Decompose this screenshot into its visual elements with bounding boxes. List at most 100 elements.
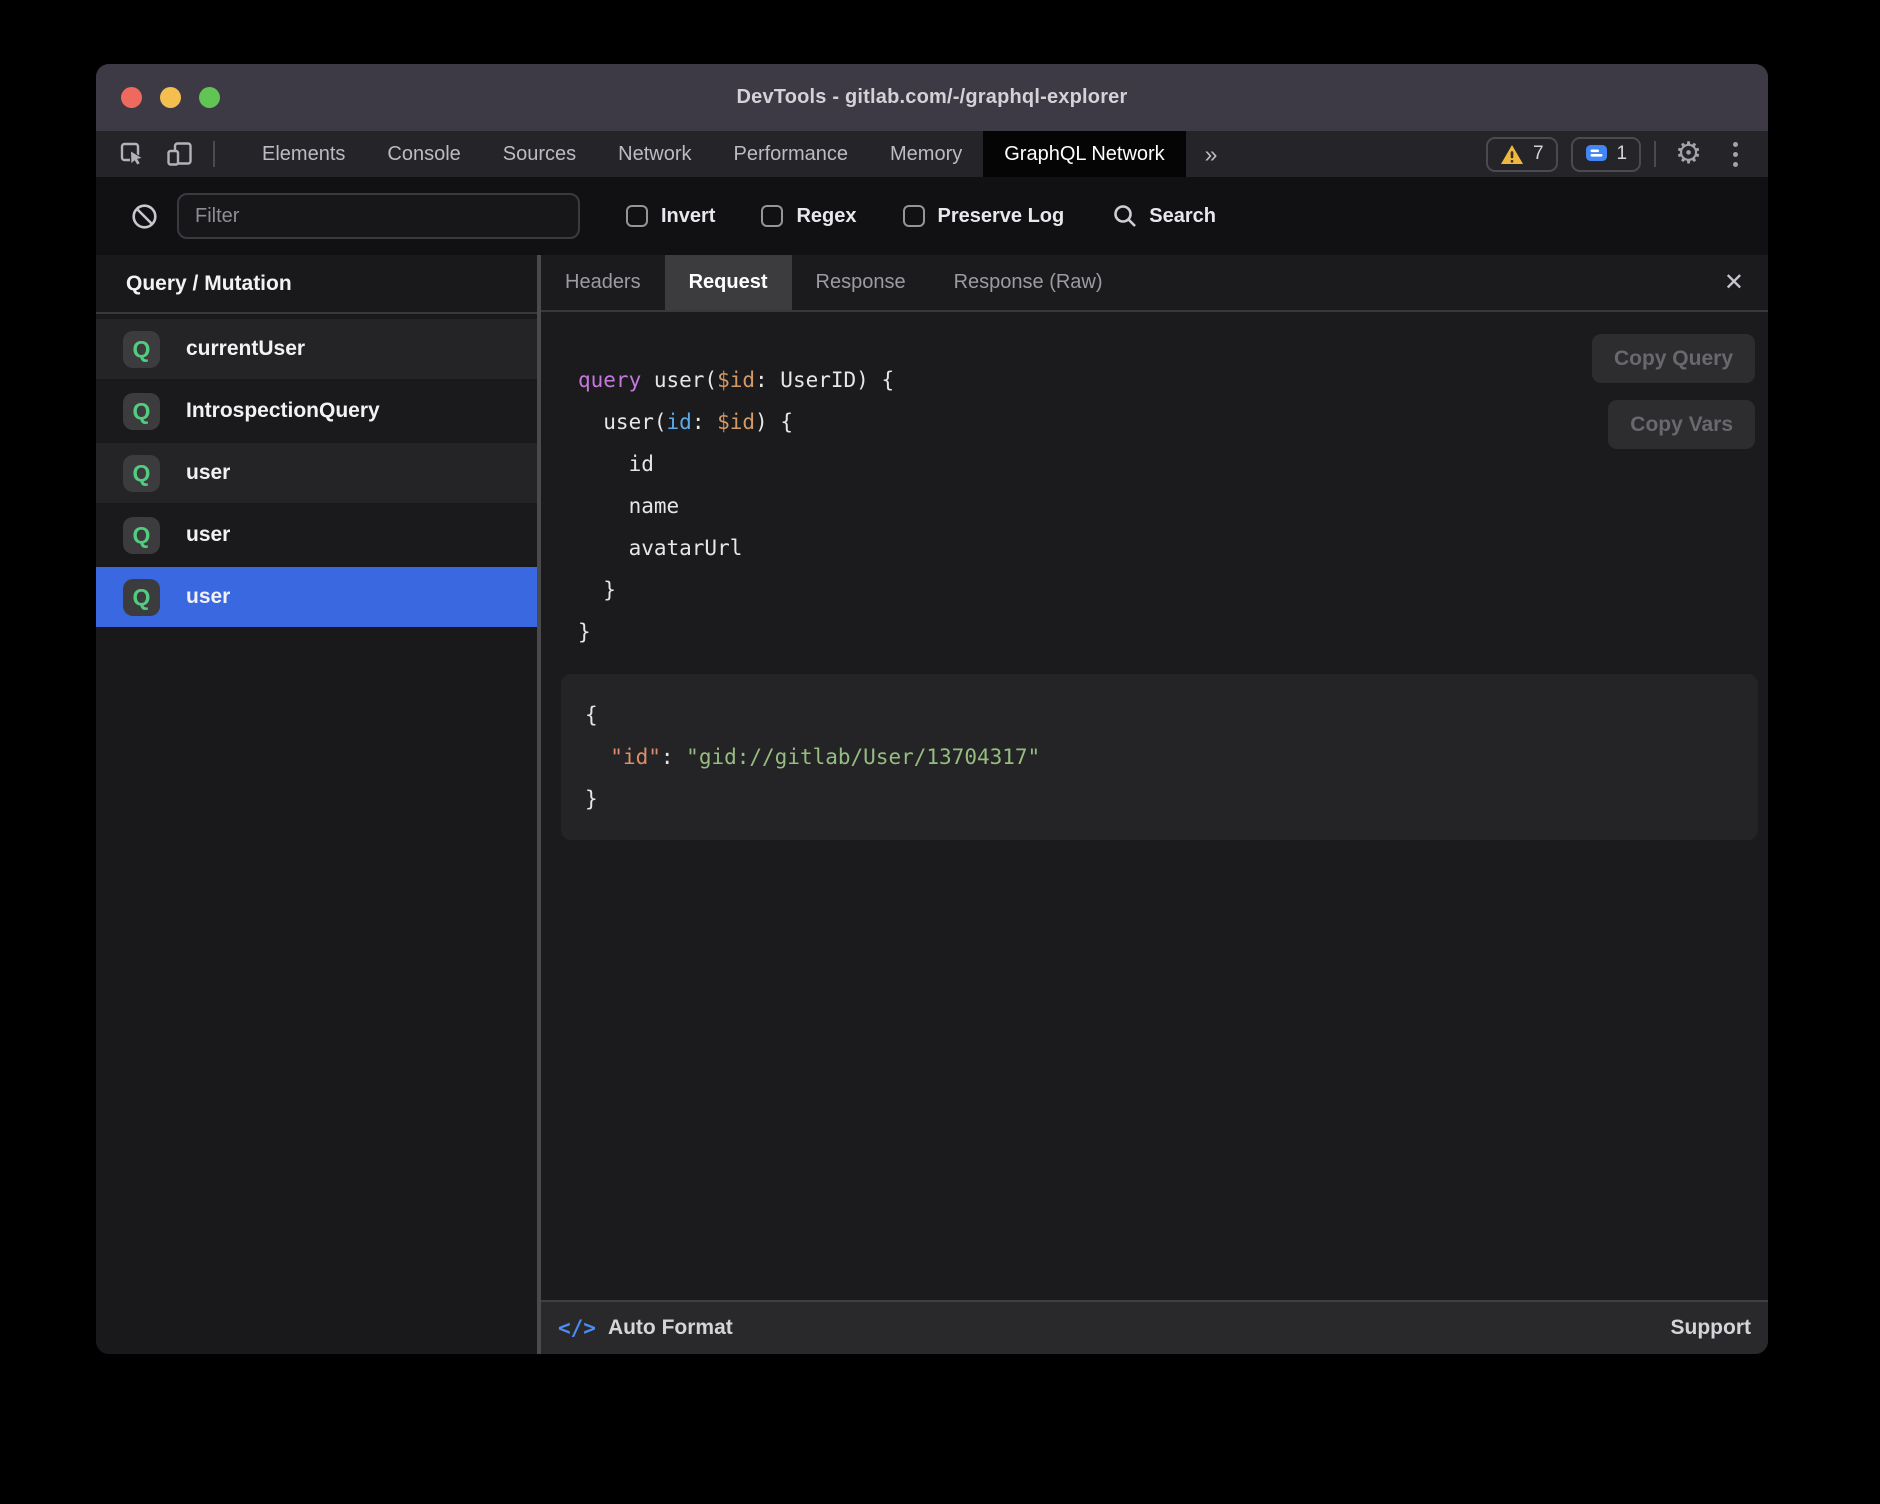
detail-tab[interactable]: Response (Raw) [930, 255, 1127, 310]
window-title: DevTools - gitlab.com/-/graphql-explorer [736, 86, 1127, 109]
checkbox-label: Preserve Log [938, 205, 1065, 228]
code-token: $id [717, 368, 755, 392]
query-type-badge: Q [123, 455, 160, 492]
close-window-button[interactable] [121, 87, 142, 108]
checkbox[interactable] [903, 205, 925, 227]
search-icon [1112, 203, 1138, 229]
auto-format-label: Auto Format [608, 1316, 733, 1340]
support-link[interactable]: Support [1671, 1316, 1751, 1340]
sidebar-header: Query / Mutation [96, 255, 537, 314]
code-token: "id" [610, 745, 661, 769]
code-token [585, 745, 610, 769]
device-toolbar-icon[interactable] [166, 141, 193, 167]
code-token: name [578, 494, 679, 518]
panel-tab[interactable]: Network [597, 131, 712, 177]
inspect-element-icon[interactable] [119, 141, 146, 168]
request-list: Q currentUser Q IntrospectionQuery Q use… [96, 314, 537, 629]
code-line: } [578, 611, 1768, 653]
copy-buttons: Copy Query Copy Vars [1592, 334, 1755, 449]
detail-tabs-list: Headers Request Response Response (Raw) [541, 255, 1127, 310]
code-token: { [585, 703, 598, 727]
warning-count: 7 [1533, 143, 1544, 165]
code-line: user(id: $id) { [578, 401, 1768, 443]
checkbox-label: Regex [796, 205, 856, 228]
query-type-badge: Q [123, 331, 160, 368]
settings-gear-icon[interactable]: ⚙ [1669, 139, 1708, 169]
panel-tab[interactable]: Performance [713, 131, 870, 177]
detail-tab[interactable]: Response [792, 255, 930, 310]
toolbar-icon-group [96, 131, 229, 177]
warnings-badge[interactable]: 7 [1486, 137, 1558, 172]
panel-tab[interactable]: Elements [241, 131, 366, 177]
detail-tabbar: Headers Request Response Response (Raw) … [541, 255, 1768, 312]
filter-checkbox-group[interactable]: Preserve Log [903, 205, 1065, 228]
filter-checkbox-group[interactable]: Invert [626, 205, 715, 228]
code-token: } [578, 578, 616, 602]
more-tabs-icon[interactable]: » [1186, 131, 1237, 177]
window-titlebar[interactable]: DevTools - gitlab.com/-/graphql-explorer [96, 64, 1768, 131]
code-token: "gid://gitlab/User/13704317" [686, 745, 1040, 769]
code-token: ) { [755, 410, 793, 434]
code-token: : [692, 410, 717, 434]
close-panel-icon[interactable]: ✕ [1700, 255, 1768, 310]
code-brackets-icon: </> [558, 1316, 596, 1340]
checkbox[interactable] [626, 205, 648, 227]
query-type-badge: Q [123, 393, 160, 430]
filter-input[interactable] [177, 193, 580, 239]
toolbar-separator [213, 141, 215, 167]
code-token: id [578, 452, 654, 476]
request-list-item[interactable]: Q user [96, 443, 537, 503]
code-token: avatarUrl [578, 536, 742, 560]
copy-vars-button[interactable]: Copy Vars [1608, 400, 1755, 449]
toolbar-right-group: 7 1 ⚙ [1486, 131, 1768, 177]
query-type-badge: Q [123, 517, 160, 554]
panel-tabs: Elements Console Sources Network Perform… [241, 131, 1186, 177]
devtools-toolbar: Elements Console Sources Network Perform… [96, 131, 1768, 177]
checkbox[interactable] [761, 205, 783, 227]
code-line: avatarUrl [578, 527, 1768, 569]
main-split: Query / Mutation Q currentUser Q Introsp… [96, 255, 1768, 1354]
clear-block-icon[interactable] [131, 203, 158, 230]
panel-tab[interactable]: GraphQL Network [983, 131, 1185, 177]
code-token: } [578, 620, 591, 644]
code-token: user( [578, 410, 667, 434]
minimize-window-button[interactable] [160, 87, 181, 108]
request-list-item[interactable]: Q IntrospectionQuery [96, 381, 537, 441]
toolbar-separator [1654, 141, 1656, 167]
zoom-window-button[interactable] [199, 87, 220, 108]
detail-tab[interactable]: Headers [541, 255, 665, 310]
request-name: IntrospectionQuery [186, 399, 380, 423]
detail-tab[interactable]: Request [665, 255, 792, 310]
panel-tab[interactable]: Sources [482, 131, 597, 177]
copy-query-button[interactable]: Copy Query [1592, 334, 1755, 383]
request-view: Copy Query Copy Vars query user($id: Use… [541, 312, 1768, 1300]
request-list-item[interactable]: Q user [96, 567, 537, 627]
request-list-item[interactable]: Q user [96, 505, 537, 565]
warning-icon [1500, 144, 1524, 165]
search-label: Search [1149, 205, 1216, 228]
panel-tab[interactable]: Memory [869, 131, 983, 177]
code-token: id [667, 410, 692, 434]
code-token: : UserID) { [755, 368, 894, 392]
query-type-badge: Q [123, 579, 160, 616]
request-list-item[interactable]: Q currentUser [96, 319, 537, 379]
more-options-kebab-icon[interactable] [1721, 142, 1750, 167]
code-line: "id": "gid://gitlab/User/13704317" [585, 736, 1734, 778]
search-control[interactable]: Search [1112, 203, 1216, 229]
panel-tab[interactable]: Console [366, 131, 481, 177]
code-line: query user($id: UserID) { [578, 359, 1768, 401]
graphql-query-code: query user($id: UserID) { user(id: $id) … [541, 312, 1768, 653]
desktop-background: DevTools - gitlab.com/-/graphql-explorer [0, 0, 1880, 1504]
filter-checkbox-group[interactable]: Regex [761, 205, 856, 228]
request-name: user [186, 585, 230, 609]
code-token: : [661, 745, 686, 769]
traffic-lights [121, 64, 220, 131]
issues-badge[interactable]: 1 [1571, 137, 1642, 172]
code-line: } [578, 569, 1768, 611]
detail-panel: Headers Request Response Response (Raw) … [541, 255, 1768, 1354]
code-line: name [578, 485, 1768, 527]
query-sidebar: Query / Mutation Q currentUser Q Introsp… [96, 255, 537, 1354]
code-line: id [578, 443, 1768, 485]
request-name: currentUser [186, 337, 305, 361]
auto-format-button[interactable]: </> Auto Format [558, 1316, 733, 1340]
